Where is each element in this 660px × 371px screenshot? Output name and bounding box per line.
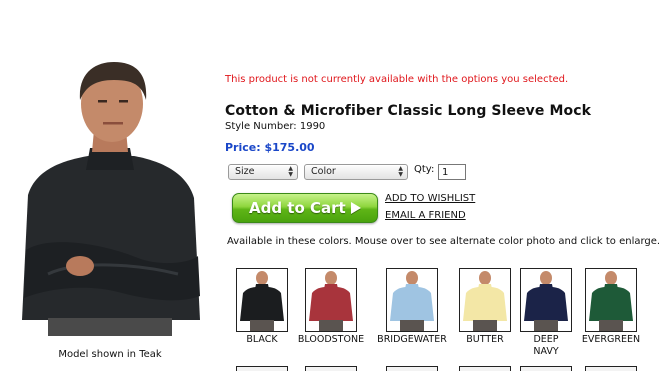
- swatch-label: BLACK: [246, 334, 278, 345]
- swatch-label: BLOODSTONE: [297, 334, 365, 345]
- color-swatch[interactable]: [305, 268, 357, 332]
- model-illustration: [22, 62, 200, 336]
- swatch-next-row: [520, 366, 572, 371]
- swatch-next-row: [459, 366, 511, 371]
- select-arrows-icon: ▲ ▼: [288, 165, 293, 178]
- swatch-shirt-image: [390, 271, 434, 331]
- email-friend-link[interactable]: EMAIL A FRIEND: [385, 210, 466, 221]
- color-swatch[interactable]: [236, 268, 288, 332]
- color-swatch[interactable]: [386, 268, 438, 332]
- add-to-wishlist-link[interactable]: ADD TO WISHLIST: [385, 193, 475, 204]
- swatch-next-row: [305, 366, 357, 371]
- product-main-image[interactable]: [18, 60, 202, 336]
- size-select-value: Size: [235, 166, 255, 177]
- swatch-shirt-image: [309, 271, 353, 331]
- swatch-shirt-image: [240, 271, 284, 331]
- swatch-shirt-image: [524, 271, 568, 331]
- available-colors-text: Available in these colors. Mouse over to…: [227, 236, 660, 247]
- size-select[interactable]: Size ▲ ▼: [228, 164, 298, 180]
- add-to-cart-label: Add to Cart: [249, 199, 346, 217]
- swatch-next-row: [386, 366, 438, 371]
- availability-notice: This product is not currently available …: [225, 74, 569, 85]
- swatch-label: BRIDGEWATER: [377, 334, 447, 345]
- color-select-value: Color: [311, 166, 336, 177]
- product-title: Cotton & Microfiber Classic Long Sleeve …: [225, 103, 592, 119]
- add-to-cart-button[interactable]: Add to Cart: [232, 193, 378, 223]
- select-arrows-icon: ▲ ▼: [398, 165, 403, 178]
- play-arrow-icon: [351, 202, 361, 214]
- color-select[interactable]: Color ▲ ▼: [304, 164, 408, 180]
- qty-input[interactable]: [438, 164, 466, 180]
- swatch-label: EVERGREEN: [581, 334, 641, 345]
- model-caption: Model shown in Teak: [58, 349, 162, 360]
- color-swatch[interactable]: [520, 268, 572, 332]
- swatch-shirt-image: [463, 271, 507, 331]
- swatch-next-row: [585, 366, 637, 371]
- swatch-next-row: [236, 366, 288, 371]
- style-number: Style Number: 1990: [225, 121, 326, 132]
- color-swatch[interactable]: [585, 268, 637, 332]
- product-price: Price: $175.00: [225, 141, 315, 154]
- qty-label: Qty:: [414, 164, 435, 175]
- swatch-shirt-image: [589, 271, 633, 331]
- color-swatch[interactable]: [459, 268, 511, 332]
